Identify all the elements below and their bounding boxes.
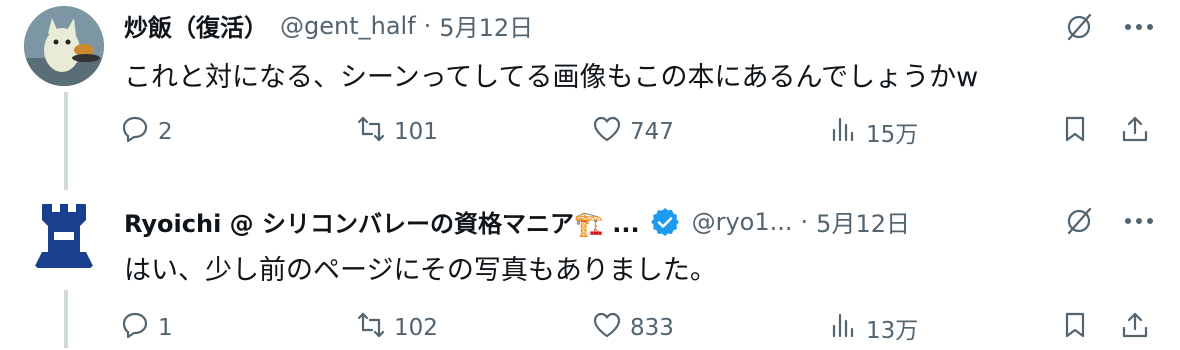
tweet-header: 炒飯（復活） @gent_half · 5月12日 <box>124 8 533 43</box>
bookmark-icon <box>1060 310 1090 346</box>
tweet-actions: 2 101 747 15万 <box>120 114 1156 154</box>
display-name[interactable]: Ryoichi @ シリコンバレーの資格マニア🏗️ ... <box>124 204 640 239</box>
separator: · <box>423 11 432 40</box>
separator: · <box>800 207 809 236</box>
like-count: 833 <box>630 315 674 341</box>
like-icon <box>592 310 622 346</box>
timestamp[interactable]: 5月12日 <box>439 8 533 43</box>
timestamp[interactable]: 5月12日 <box>816 204 910 239</box>
share-button[interactable] <box>1120 310 1150 346</box>
share-icon <box>1120 114 1150 150</box>
user-handle[interactable]: @ryo1... <box>692 208 793 236</box>
reply-icon <box>120 114 150 150</box>
verified-badge-icon <box>650 207 680 237</box>
more-icon[interactable] <box>1122 204 1156 242</box>
tweet-text: はい、少し前のページにその写真もありました。 <box>124 255 717 286</box>
views-button[interactable]: 15万 <box>828 114 918 150</box>
retweet-button[interactable]: 102 <box>356 310 438 346</box>
bookmark-button[interactable] <box>1060 310 1090 346</box>
views-button[interactable]: 13万 <box>828 310 918 346</box>
avatar[interactable] <box>24 6 104 86</box>
views-icon <box>828 114 858 150</box>
grok-icon[interactable] <box>1062 10 1096 48</box>
retweet-icon <box>356 114 386 150</box>
avatar-image <box>24 198 104 278</box>
views-count: 15万 <box>866 122 919 148</box>
like-icon <box>592 114 622 150</box>
user-handle[interactable]: @gent_half <box>280 12 416 40</box>
tweet-text: これと対になる、シーンってしてる画像もこの本にあるんでしょうかw <box>124 62 979 93</box>
reply-count: 1 <box>158 315 173 341</box>
like-button[interactable]: 747 <box>592 114 674 150</box>
avatar-image <box>24 6 104 86</box>
like-count: 747 <box>630 119 674 145</box>
views-icon <box>828 310 858 346</box>
retweet-button[interactable]: 101 <box>356 114 438 150</box>
tweet-top-actions <box>1062 10 1156 48</box>
share-button[interactable] <box>1120 114 1150 150</box>
retweet-count: 101 <box>394 119 438 145</box>
tweet-top-actions <box>1062 204 1156 242</box>
avatar[interactable] <box>24 198 104 278</box>
reply-count: 2 <box>158 119 173 145</box>
thread-line <box>64 92 68 190</box>
reply-button[interactable]: 1 <box>120 310 173 346</box>
grok-icon[interactable] <box>1062 204 1096 242</box>
display-name[interactable]: 炒飯（復活） <box>124 8 268 43</box>
tweet-header: Ryoichi @ シリコンバレーの資格マニア🏗️ ... @ryo1... ·… <box>124 204 910 239</box>
bookmark-button[interactable] <box>1060 114 1090 150</box>
share-icon <box>1120 310 1150 346</box>
reply-icon <box>120 310 150 346</box>
bookmark-icon <box>1060 114 1090 150</box>
reply-button[interactable]: 2 <box>120 114 173 150</box>
like-button[interactable]: 833 <box>592 310 674 346</box>
more-icon[interactable] <box>1122 10 1156 48</box>
retweet-count: 102 <box>394 315 438 341</box>
thread-line <box>64 290 68 348</box>
views-count: 13万 <box>866 318 919 344</box>
retweet-icon <box>356 310 386 346</box>
tweet-actions: 1 102 833 13万 <box>120 310 1156 350</box>
